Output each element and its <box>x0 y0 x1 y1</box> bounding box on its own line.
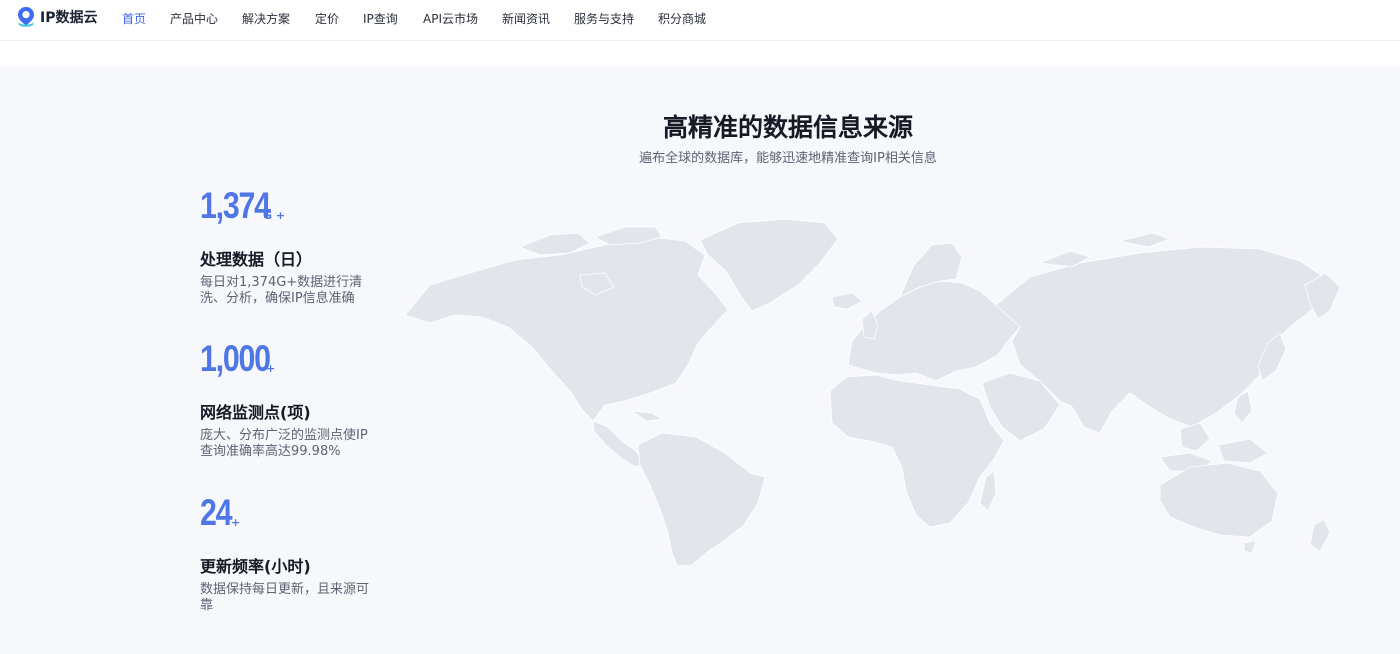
section-title: 高精准的数据信息来源 <box>662 113 913 142</box>
nav-item-home[interactable]: 首页 <box>122 10 146 27</box>
stat-description: 每日对1,374G+数据进行清洗、分析，确保IP信息准确 <box>200 275 363 306</box>
stat-monitoring-points: 1,000 + 网络监测点(项) 庞大、分布广泛的监测点使IP查询准确率高达99… <box>200 338 380 460</box>
nav-item-support[interactable]: 服务与支持 <box>574 10 634 27</box>
stat-label: 更新频率(小时) <box>200 557 311 576</box>
nav-item-pricing[interactable]: 定价 <box>315 10 339 27</box>
stat-description: 数据保持每日更新，且来源可靠 <box>200 582 370 613</box>
world-map <box>400 215 1370 565</box>
location-pin-logo-icon <box>18 7 34 27</box>
top-navigation-bar: IP数据云 首页 产品中心 解决方案 定价 IP查询 API云市场 新闻资讯 服… <box>0 0 1400 41</box>
stat-label: 网络监测点(项) <box>200 403 311 422</box>
stat-label: 处理数据（日） <box>200 250 313 269</box>
brand-name: IP数据云 <box>40 10 98 26</box>
brand[interactable]: IP数据云 <box>16 6 97 28</box>
nav-item-products[interactable]: 产品中心 <box>170 10 218 27</box>
nav-item-ip-lookup[interactable]: IP查询 <box>363 10 398 27</box>
stat-unit: + <box>266 362 276 375</box>
nav-item-points-mall[interactable]: 积分商城 <box>658 10 706 27</box>
stat-description: 庞大、分布广泛的监测点使IP查询准确率高达99.98% <box>200 428 368 459</box>
stat-value: 1,374 <box>200 185 271 226</box>
stat-unit: G + <box>263 209 286 222</box>
nav-item-solutions[interactable]: 解决方案 <box>242 10 290 27</box>
stat-daily-data: 1,374 G + 处理数据（日） 每日对1,374G+数据进行清洗、分析，确保… <box>200 185 380 307</box>
world-map-illustration-icon <box>404 218 1341 565</box>
nav-item-api-market[interactable]: API云市场 <box>423 10 478 27</box>
stat-update-frequency: 24 + 更新频率(小时) 数据保持每日更新，且来源可靠 <box>200 492 380 614</box>
stat-value: 1,000 <box>200 338 271 379</box>
section-subtitle: 遍布全球的数据库，能够迅速地精准查询IP相关信息 <box>639 151 937 166</box>
stat-value: 24 <box>200 492 233 533</box>
stat-unit: + <box>231 516 241 529</box>
nav-item-news[interactable]: 新闻资讯 <box>502 10 550 27</box>
